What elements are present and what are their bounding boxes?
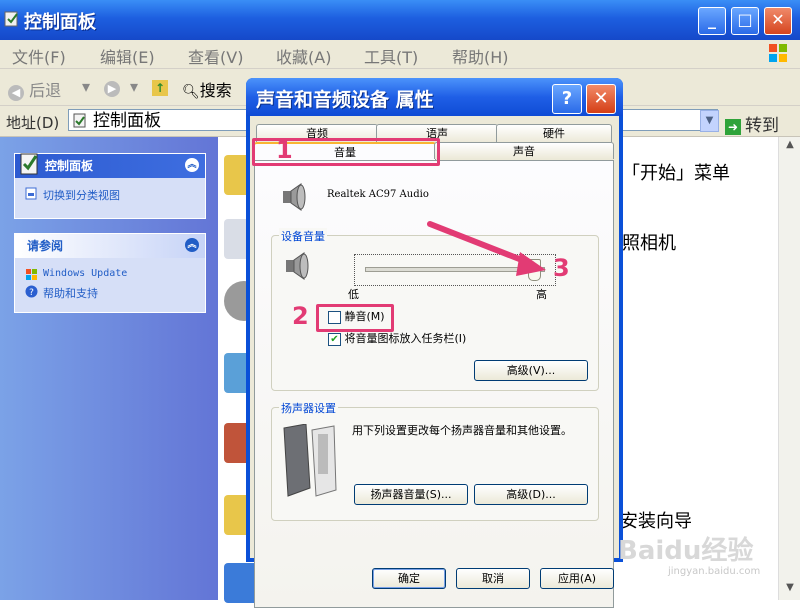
help-support-link[interactable]: ? 帮助和支持 [15, 283, 205, 305]
scroll-up-icon[interactable]: ▲ [782, 139, 798, 155]
ok-button[interactable]: 确定 [372, 568, 446, 589]
control-panel-icon [73, 113, 86, 128]
menu-tools[interactable]: 工具(T) [364, 44, 418, 68]
control-panel-icon [20, 153, 38, 175]
panel-header[interactable]: 控制面板 ︽ [15, 153, 205, 178]
control-panel-panel: 控制面板 ︽ 切换到分类视图 [14, 153, 206, 219]
menu-help[interactable]: 帮助(H) [452, 44, 509, 68]
tab-hardware[interactable]: 硬件 [496, 124, 612, 142]
search-icon: 🔍︎ [182, 84, 200, 100]
speaker-settings-legend: 扬声器设置 [279, 400, 338, 416]
volume-advanced-button[interactable]: 高级(V)... [474, 360, 588, 381]
panel-title: 控制面板 [45, 159, 94, 173]
see-also-panel: 请参阅 ︽ Windows Update ? 帮助和支持 [14, 233, 206, 313]
menu-file[interactable]: 文件(F) [12, 44, 66, 68]
volume-high-label: 高 [536, 288, 547, 301]
go-button[interactable]: ➜ 转到 [725, 111, 779, 136]
help-button[interactable]: ? [552, 84, 582, 114]
search-button[interactable]: 🔍︎搜索 [182, 77, 232, 101]
apply-button[interactable]: 应用(A) [540, 568, 614, 589]
speakers-icon [283, 424, 337, 497]
forward-dropdown-icon[interactable]: ▾ [130, 77, 138, 96]
windows-logo-icon [769, 44, 787, 62]
back-button[interactable]: ◀ 后退 [8, 77, 61, 101]
address-label: 地址(D) [6, 114, 60, 132]
collapse-chevron-icon[interactable]: ︽ [185, 158, 199, 172]
switch-category-view-link[interactable]: 切换到分类视图 [15, 178, 205, 207]
control-panel-icon [4, 11, 18, 27]
menu-view[interactable]: 查看(V) [188, 44, 243, 68]
windows-update-icon [26, 269, 37, 280]
address-dropdown-icon[interactable]: ▼ [700, 110, 719, 132]
device-name: Realtek AC97 Audio [327, 189, 429, 200]
dialog-titlebar[interactable]: 声音和音频设备 属性 ? ✕ [246, 78, 623, 116]
svg-text:?: ? [29, 288, 34, 298]
menu-edit[interactable]: 编辑(E) [100, 44, 155, 68]
annotation-box-2 [316, 304, 394, 332]
speaker-settings-description: 用下列设置更改每个扬声器音量和其他设置。 [352, 424, 572, 437]
windows-update-link[interactable]: Windows Update [15, 258, 205, 283]
taskbar-icon-checkbox-box[interactable]: ✔ [328, 332, 341, 346]
menu-bar: 文件(F) 编辑(E) 查看(V) 收藏(A) 工具(T) 帮助(H) [0, 40, 800, 69]
collapse-chevron-icon[interactable]: ︽ [185, 238, 199, 252]
tab-sounds[interactable]: 声音 [434, 142, 614, 159]
device-volume-legend: 设备音量 [279, 228, 327, 244]
window-title: 控制面板 [24, 12, 96, 33]
forward-arrow-icon: ▶ [104, 81, 120, 97]
speaker-icon [283, 183, 306, 211]
search-label: 搜索 [199, 81, 232, 100]
annotation-number-1: 1 [276, 136, 293, 164]
back-arrow-icon: ◀ [8, 85, 24, 101]
volume-low-label: 低 [348, 288, 359, 301]
camera-item-label: 照相机 [622, 233, 676, 254]
forward-button[interactable]: ▶ [104, 77, 120, 97]
vertical-scrollbar[interactable]: ▲ ▼ [778, 137, 800, 600]
start-menu-item-label: 「开始」菜单 [622, 163, 730, 184]
taskbar-icon-label: 将音量图标放入任务栏(I) [344, 332, 467, 345]
menu-favorites[interactable]: 收藏(A) [276, 44, 331, 68]
dialog-body: 音频 语声 硬件 音量 声音 Realtek AC97 Audio 设备音量 低… [250, 116, 619, 608]
cancel-button[interactable]: 取消 [456, 568, 530, 589]
panel-title: 请参阅 [27, 239, 64, 253]
speaker-volume-button[interactable]: 扬声器音量(S)... [354, 484, 468, 505]
go-arrow-icon: ➜ [725, 119, 741, 135]
task-pane: 控制面板 ︽ 切换到分类视图 请参阅 ︽ Windows Update ? 帮助 [0, 137, 218, 600]
back-label: 后退 [29, 81, 62, 100]
speaker-advanced-button[interactable]: 高级(D)... [474, 484, 588, 505]
speaker-settings-group: 扬声器设置 用下列设置更改每个扬声器音量和其他设置。 扬声器音量(S)... 高… [271, 400, 599, 521]
back-dropdown-icon[interactable]: ▾ [82, 77, 90, 96]
maximize-button[interactable]: □ [731, 7, 759, 35]
annotation-arrow [427, 221, 546, 276]
up-folder-icon[interactable]: ↑ [152, 77, 168, 96]
speaker-icon [286, 252, 309, 280]
category-view-icon [25, 187, 37, 200]
dialog-close-button[interactable]: ✕ [586, 84, 616, 114]
help-icon: ? [25, 285, 38, 298]
window-titlebar: 控制面板 _ □ ✕ [0, 0, 800, 40]
scroll-down-icon[interactable]: ▼ [782, 582, 798, 598]
taskbar-icon-checkbox[interactable]: ✔ 将音量图标放入任务栏(I) [328, 330, 466, 346]
go-label: 转到 [745, 116, 779, 136]
watermark-url: jingyan.baidu.com [668, 566, 761, 577]
address-value: 控制面板 [93, 111, 161, 131]
minimize-button[interactable]: _ [698, 7, 726, 35]
close-button[interactable]: ✕ [764, 7, 792, 35]
panel-header[interactable]: 请参阅 ︽ [15, 234, 205, 258]
annotation-number-2: 2 [292, 302, 309, 330]
dialog-title: 声音和音频设备 属性 [256, 89, 434, 111]
watermark-brand: Baidu经验 [618, 536, 754, 566]
